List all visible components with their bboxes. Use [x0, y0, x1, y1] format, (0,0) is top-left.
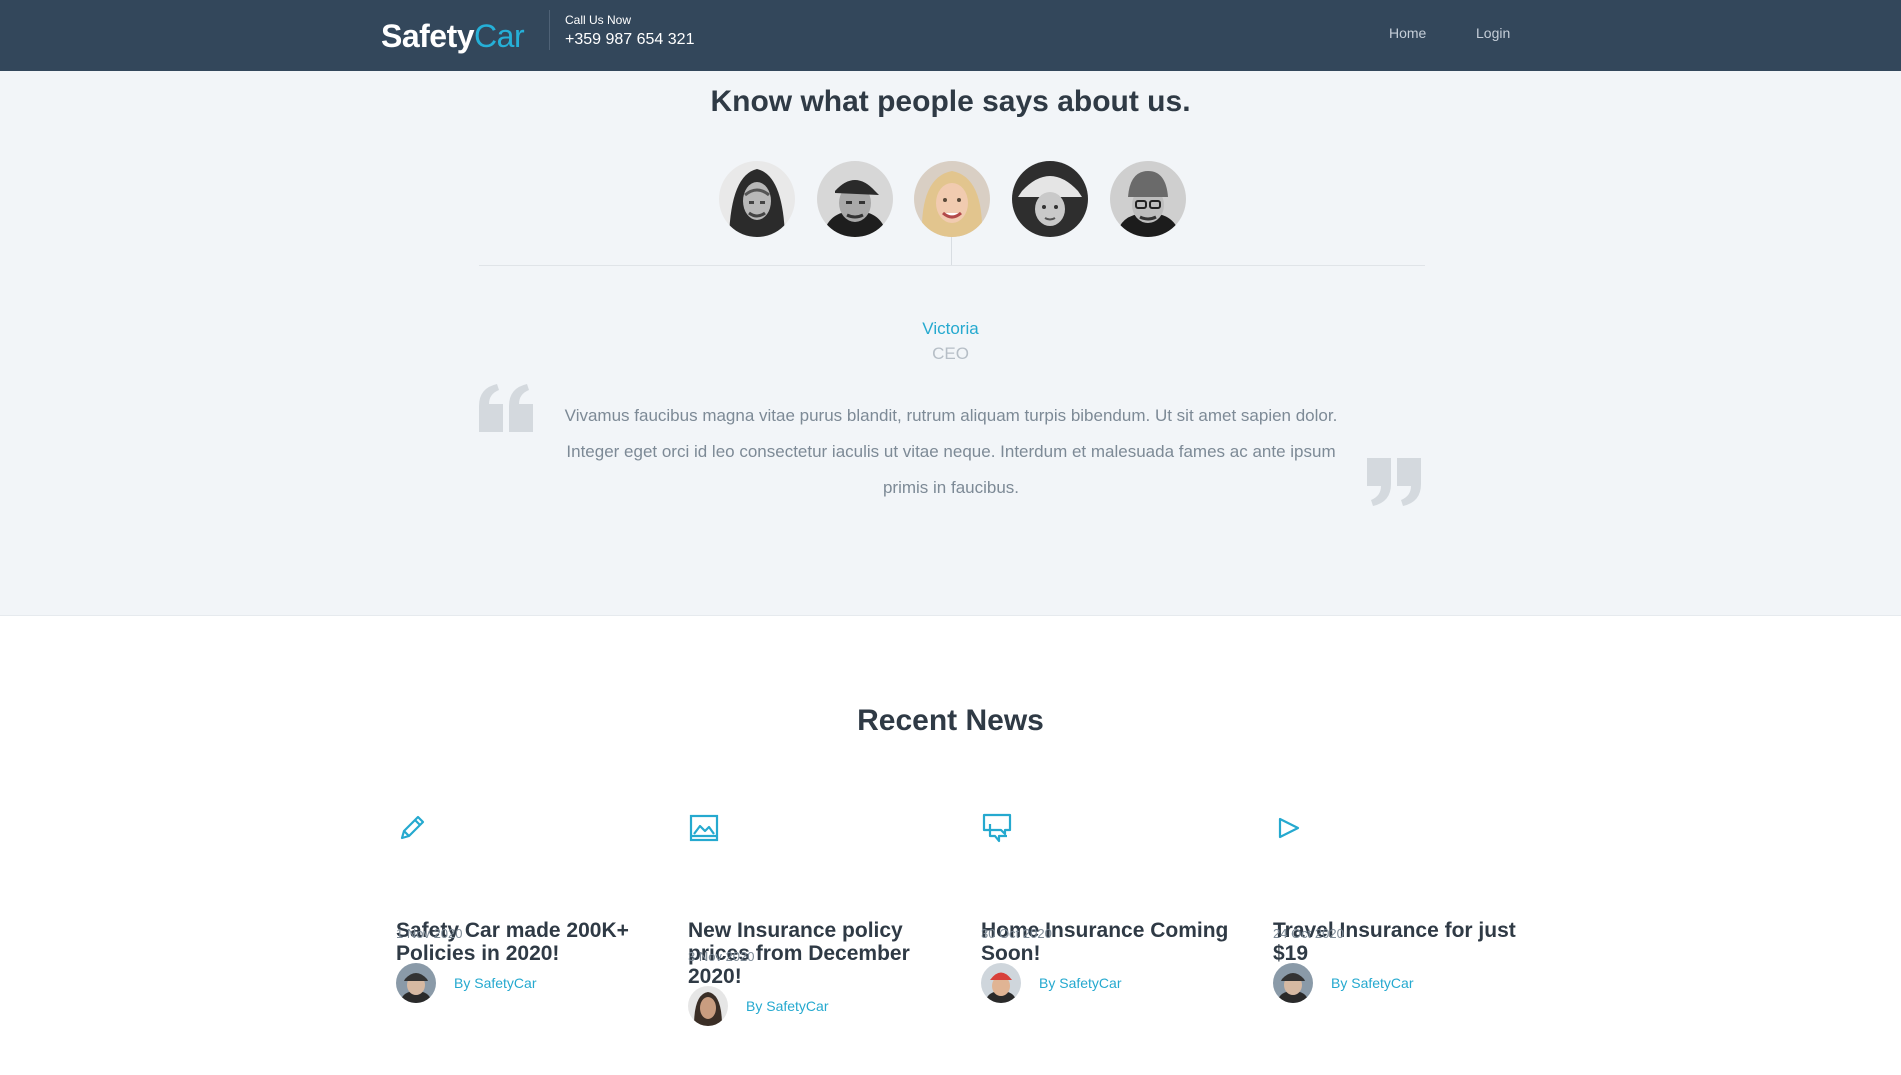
testimonial-avatar-hat-woman[interactable]	[1012, 161, 1088, 237]
news-card: New Insurance policy prices from Decembe…	[688, 812, 938, 1026]
testimonials-section: Know what people says about us. Victoria…	[0, 71, 1901, 616]
author-avatar	[396, 963, 436, 1003]
testimonial-avatar-hooded-man[interactable]	[719, 161, 795, 237]
testimonials-title: Know what people says about us.	[710, 85, 1191, 118]
image-icon	[688, 812, 938, 844]
news-author: By SafetyCar	[688, 986, 828, 1026]
testimonial-avatar-beanie-man[interactable]	[1110, 161, 1186, 237]
logo-text-safety: Safety	[381, 18, 475, 54]
logo[interactable]: SafetyCar	[381, 18, 525, 55]
author-link[interactable]: By SafetyCar	[1039, 975, 1121, 991]
news-card: Home Insurance Coming Soon! 30 Oct 2020 …	[981, 812, 1231, 1003]
testimonial-avatar-cap-man[interactable]	[817, 161, 893, 237]
testimonial-role: CEO	[932, 344, 969, 363]
call-us-label: Call Us Now	[565, 13, 632, 27]
recent-news-title: Recent News	[857, 704, 1044, 737]
author-link[interactable]: By SafetyCar	[454, 975, 536, 991]
news-card: Travel Insurance for just $19 24 Oct 202…	[1273, 812, 1523, 1003]
play-icon	[1273, 812, 1523, 844]
close-quote-icon	[1367, 458, 1423, 511]
news-card: Safety Car made 200K+ Policies in 2020! …	[396, 812, 646, 1003]
news-date: 3 Nov 2020	[688, 949, 755, 964]
header-divider	[549, 10, 550, 50]
pencil-icon	[396, 812, 646, 844]
author-link[interactable]: By SafetyCar	[1331, 975, 1413, 991]
news-author: By SafetyCar	[1273, 963, 1413, 1003]
author-avatar	[981, 963, 1021, 1003]
nav-home-link[interactable]: Home	[1389, 25, 1426, 41]
author-avatar	[688, 986, 728, 1026]
testimonial-avatar-row	[0, 161, 1901, 237]
testimonial-divider	[479, 265, 1425, 266]
news-author: By SafetyCar	[981, 963, 1121, 1003]
author-link[interactable]: By SafetyCar	[746, 998, 828, 1014]
chat-icon	[981, 812, 1231, 844]
active-avatar-indicator	[951, 237, 952, 265]
logo-text-car: Car	[474, 18, 525, 54]
testimonial-avatar-blonde-woman[interactable]	[914, 161, 990, 237]
news-date: 1 Nov 2020	[396, 926, 463, 941]
open-quote-icon	[479, 384, 535, 437]
top-header: SafetyCar Call Us Now +359 987 654 321 H…	[0, 0, 1901, 71]
author-avatar	[1273, 963, 1313, 1003]
nav-login-link[interactable]: Login	[1476, 25, 1510, 41]
news-date: 24 Oct 2020	[1273, 926, 1344, 941]
testimonial-quote-text: Vivamus faucibus magna vitae purus bland…	[564, 406, 1338, 497]
testimonial-name: Victoria	[922, 319, 979, 338]
news-author: By SafetyCar	[396, 963, 536, 1003]
phone-number[interactable]: +359 987 654 321	[565, 31, 694, 49]
news-date: 30 Oct 2020	[981, 926, 1052, 941]
